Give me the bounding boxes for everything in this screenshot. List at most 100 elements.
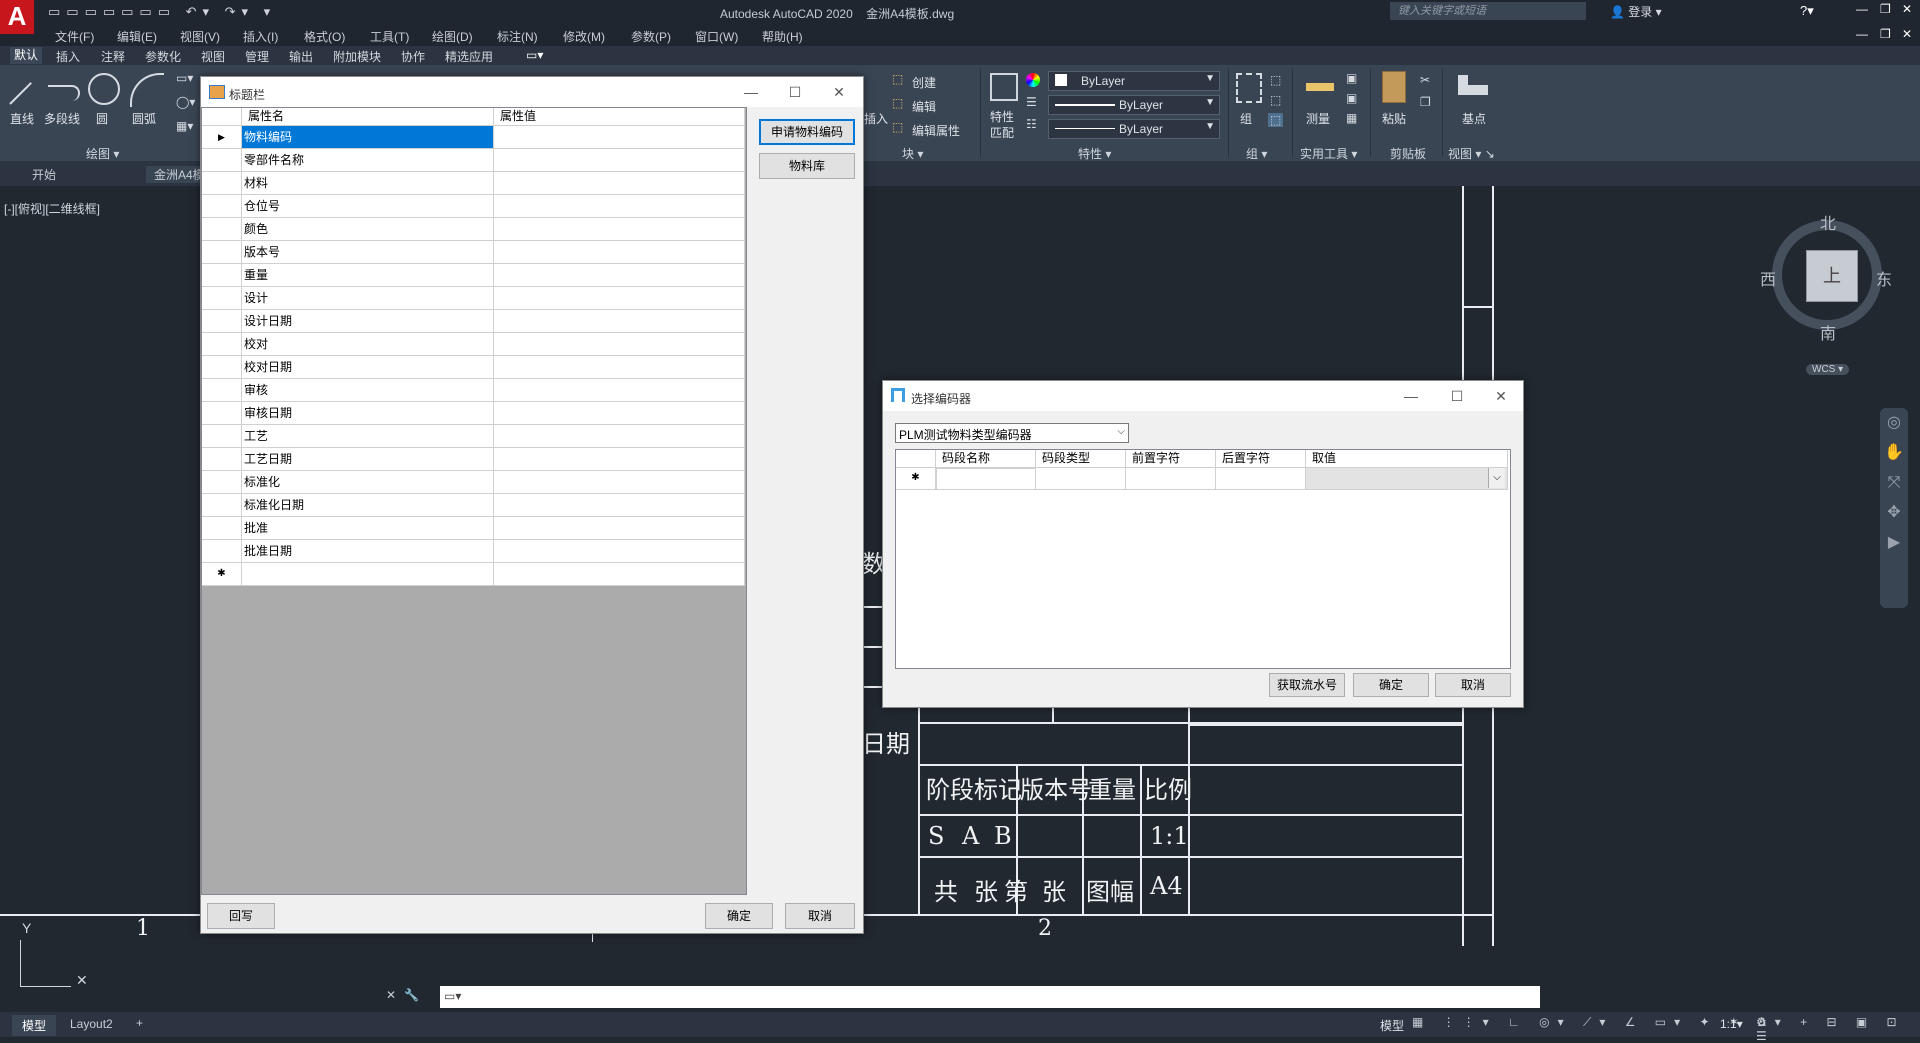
line-button[interactable]: 直线 — [10, 110, 34, 127]
attribute-value-cell[interactable] — [494, 126, 745, 149]
wrench-icon[interactable]: 🔧 — [404, 988, 419, 1002]
encoder-select[interactable]: PLM测试物料类型编码器 ⌵ — [895, 423, 1129, 443]
attribute-name-cell[interactable]: 校对日期 — [242, 356, 494, 379]
maximize-icon[interactable]: ☐ — [1447, 386, 1467, 406]
restore-icon[interactable]: ❐ — [1880, 2, 1891, 16]
create-block-button[interactable]: 创建 — [912, 74, 936, 91]
new-row-cell-prefix[interactable] — [1126, 468, 1216, 490]
search-input[interactable]: 键入关键字或短语 — [1390, 2, 1586, 20]
doc-minimize-icon[interactable]: — — [1856, 27, 1868, 41]
row-header[interactable] — [202, 333, 242, 356]
attribute-value-cell[interactable] — [494, 402, 745, 425]
viewcube-south[interactable]: 南 — [1820, 320, 1836, 344]
attribute-name-cell[interactable]: 标准化 — [242, 471, 494, 494]
minimize-icon[interactable]: — — [741, 82, 761, 102]
tab-insert[interactable]: 插入 — [56, 48, 80, 65]
calculator-icon[interactable]: ▦ — [1346, 111, 1357, 125]
encoder-titlebar[interactable]: 选择编码器 — ☐ ✕ — [883, 381, 1523, 411]
tab-output[interactable]: 输出 — [289, 48, 313, 65]
attribute-value-cell[interactable] — [494, 425, 745, 448]
row-header[interactable] — [202, 494, 242, 517]
match-properties-button[interactable]: 特性 — [990, 108, 1014, 125]
attribute-value-cell[interactable] — [494, 333, 745, 356]
new-row-cell[interactable] — [494, 563, 745, 586]
edit-block-button[interactable]: 编辑 — [912, 98, 936, 115]
clipboard-panel-title[interactable]: 剪贴板 — [1390, 145, 1426, 162]
group-button[interactable]: 组 — [1240, 110, 1252, 127]
attribute-name-cell[interactable]: 批准 — [242, 517, 494, 540]
select-all-icon[interactable]: ▣ — [1346, 91, 1357, 105]
new-row-cell-name[interactable] — [936, 468, 1036, 490]
chevron-down-icon[interactable]: ⌵ — [1488, 468, 1505, 488]
help-icon[interactable]: ?▾ — [1800, 3, 1814, 19]
viewcube-west[interactable]: 西 — [1760, 266, 1776, 290]
menu-insert[interactable]: 插入(I) — [243, 28, 278, 45]
attribute-value-cell[interactable] — [494, 356, 745, 379]
tab-default[interactable]: 默认 — [10, 47, 43, 64]
utilities-panel-title[interactable]: 实用工具 ▾ — [1300, 145, 1357, 162]
attribute-name-cell[interactable]: 校对 — [242, 333, 494, 356]
dialog-titlebar[interactable]: 标题栏 — ☐ ✕ — [201, 77, 863, 107]
group-edit-icon[interactable]: ⬚ — [1270, 93, 1281, 107]
close-icon[interactable]: ✕ — [829, 82, 849, 102]
command-history-icon[interactable]: ▭▾ — [444, 989, 461, 1003]
menu-dimension[interactable]: 标注(N) — [497, 28, 538, 45]
material-library-button[interactable]: 物料库 — [759, 153, 855, 179]
attribute-name-cell[interactable]: 物料编码 — [242, 126, 494, 149]
cut-icon[interactable]: ✂ — [1420, 73, 1430, 87]
close-icon[interactable]: ✕ — [1902, 2, 1912, 16]
get-serial-button[interactable]: 获取流水号 — [1269, 673, 1345, 697]
viewcube-east[interactable]: 东 — [1876, 266, 1892, 290]
attribute-name-cell[interactable]: 标准化日期 — [242, 494, 494, 517]
user-icon[interactable]: 👤 登录 ▾ — [1610, 3, 1662, 20]
status-tools[interactable]: ⚙▾ + ⊟ ▣ ⊡ ☰ — [1756, 1015, 1920, 1043]
layout2-tab[interactable]: Layout2 — [70, 1017, 113, 1031]
attribute-name-cell[interactable]: 审核日期 — [242, 402, 494, 425]
tab-featured[interactable]: 精选应用 — [445, 48, 493, 65]
steering-wheel-icon[interactable]: ◎ — [1880, 408, 1908, 438]
quick-select-icon[interactable]: ▣ — [1346, 71, 1357, 85]
minimize-icon[interactable]: — — [1401, 386, 1421, 406]
row-header[interactable] — [202, 379, 242, 402]
attribute-name-cell[interactable]: 颜色 — [242, 218, 494, 241]
new-row-cell-type[interactable] — [1036, 468, 1126, 490]
ellipse-icon[interactable]: ◯▾ — [176, 95, 195, 109]
row-header[interactable] — [202, 195, 242, 218]
ok-button[interactable]: 确定 — [705, 903, 773, 929]
lineweight-select[interactable]: ByLayer ▼ — [1048, 95, 1220, 115]
tab-start[interactable]: 开始 — [32, 166, 56, 183]
group-select-icon[interactable]: ⬚ — [1268, 113, 1284, 127]
encoder-cancel-button[interactable]: 取消 — [1435, 673, 1511, 697]
quick-access-toolbar[interactable]: ▭▭▭▭▭▭▭ ↶▾ ↷▾ ▾ — [48, 4, 276, 20]
pan-icon[interactable]: ✋ — [1880, 438, 1908, 468]
tab-manage[interactable]: 管理 — [245, 48, 269, 65]
view-panel-title[interactable]: 视图 ▾ ↘ — [1448, 145, 1495, 162]
row-header[interactable] — [202, 149, 242, 172]
measure-button[interactable]: 测量 — [1306, 110, 1330, 127]
wcs-menu[interactable]: WCS ▾ — [1806, 364, 1850, 375]
minimize-icon[interactable]: — — [1856, 2, 1868, 16]
arc-button[interactable]: 圆弧 — [132, 110, 156, 127]
group-panel-title[interactable]: 组 ▾ — [1246, 145, 1267, 162]
new-row-value-combo[interactable]: ⌵ — [1306, 468, 1508, 490]
linetype-select[interactable]: ByLayer ▼ — [1048, 119, 1220, 139]
row-header[interactable] — [202, 402, 242, 425]
tab-annotate[interactable]: 注释 — [101, 48, 125, 65]
column-header-segment-name[interactable]: 码段名称 — [936, 450, 1036, 468]
model-space-toggle[interactable]: 模型 — [1380, 1017, 1404, 1034]
showmotion-icon[interactable]: ▶ — [1880, 528, 1908, 558]
polyline-button[interactable]: 多段线 — [44, 110, 80, 127]
attribute-name-cell[interactable]: 设计日期 — [242, 310, 494, 333]
attribute-value-cell[interactable] — [494, 264, 745, 287]
row-header[interactable] — [202, 287, 242, 310]
row-header[interactable] — [202, 356, 242, 379]
viewcube-top-face[interactable]: 上 — [1806, 250, 1858, 302]
attribute-name-cell[interactable]: 零部件名称 — [242, 149, 494, 172]
attribute-name-cell[interactable]: 工艺 — [242, 425, 494, 448]
attribute-value-cell[interactable] — [494, 540, 745, 563]
encoder-ok-button[interactable]: 确定 — [1353, 673, 1429, 697]
row-header[interactable] — [202, 425, 242, 448]
menu-edit[interactable]: 编辑(E) — [117, 28, 157, 45]
attribute-value-cell[interactable] — [494, 379, 745, 402]
attribute-value-cell[interactable] — [494, 494, 745, 517]
